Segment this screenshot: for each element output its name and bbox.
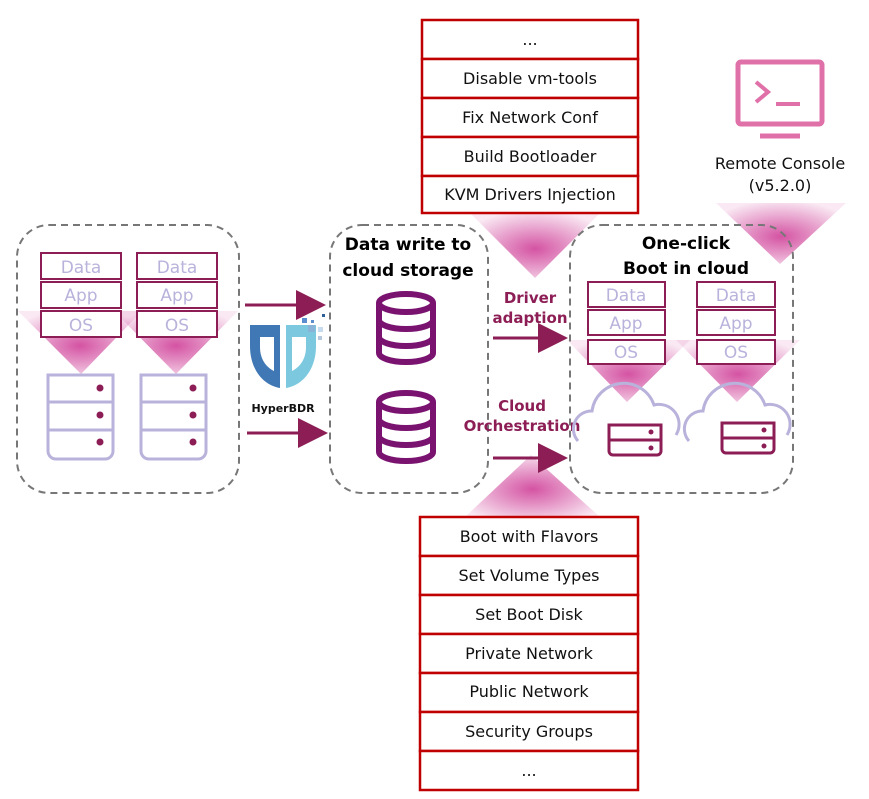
storage-title: cloud storage — [342, 261, 473, 281]
database-icon — [376, 291, 436, 365]
funnel-driver — [470, 213, 600, 278]
target-title: Boot in cloud — [623, 259, 749, 279]
driver-step: Build Bootloader — [464, 147, 597, 166]
storage-title: Data write to — [345, 235, 471, 255]
layer-data: Data — [157, 258, 198, 278]
orchestration-step: Private Network — [465, 644, 593, 663]
layer-os: OS — [165, 316, 189, 336]
orchestration-step: ... — [521, 761, 536, 780]
orchestration-step: Security Groups — [465, 722, 593, 741]
layer-data: Data — [61, 258, 102, 278]
driver-label: adaption — [492, 309, 567, 327]
funnel-console — [716, 203, 846, 264]
orchestration-step: Boot with Flavors — [460, 527, 599, 546]
layer-os: OS — [724, 343, 748, 363]
target-title: One-click — [642, 234, 731, 254]
hyperbdr-logo: HyperBDR — [250, 314, 325, 415]
funnel-orchestration — [465, 455, 600, 517]
layer-data: Data — [716, 286, 757, 306]
console-version: (v5.2.0) — [749, 176, 812, 195]
driver-step: KVM Drivers Injection — [444, 185, 616, 204]
terminal-monitor-icon — [735, 59, 825, 139]
orchestration-step: Public Network — [469, 682, 589, 701]
layer-os: OS — [69, 316, 93, 336]
console-label: Remote Console — [715, 154, 845, 173]
driver-label: Driver — [504, 289, 557, 307]
driver-step: Fix Network Conf — [462, 108, 598, 127]
layer-app: App — [719, 314, 752, 334]
orchestration-label: Cloud — [498, 397, 546, 415]
layer-data: Data — [606, 286, 647, 306]
hyperbdr-diagram: Data App OS Data App OS HyperBDR Data wr… — [16, 18, 846, 792]
orchestration-step: Set Volume Types — [458, 566, 599, 585]
layer-app: App — [609, 314, 642, 334]
layer-app: App — [160, 286, 193, 306]
database-icon — [376, 390, 436, 464]
driver-step: Disable vm-tools — [463, 69, 597, 88]
logo-text: HyperBDR — [251, 402, 315, 415]
orchestration-label: Orchestration — [464, 417, 581, 435]
layer-os: OS — [614, 343, 638, 363]
orchestration-step: Set Boot Disk — [475, 605, 583, 624]
driver-step: ... — [522, 30, 537, 49]
layer-app: App — [64, 286, 97, 306]
